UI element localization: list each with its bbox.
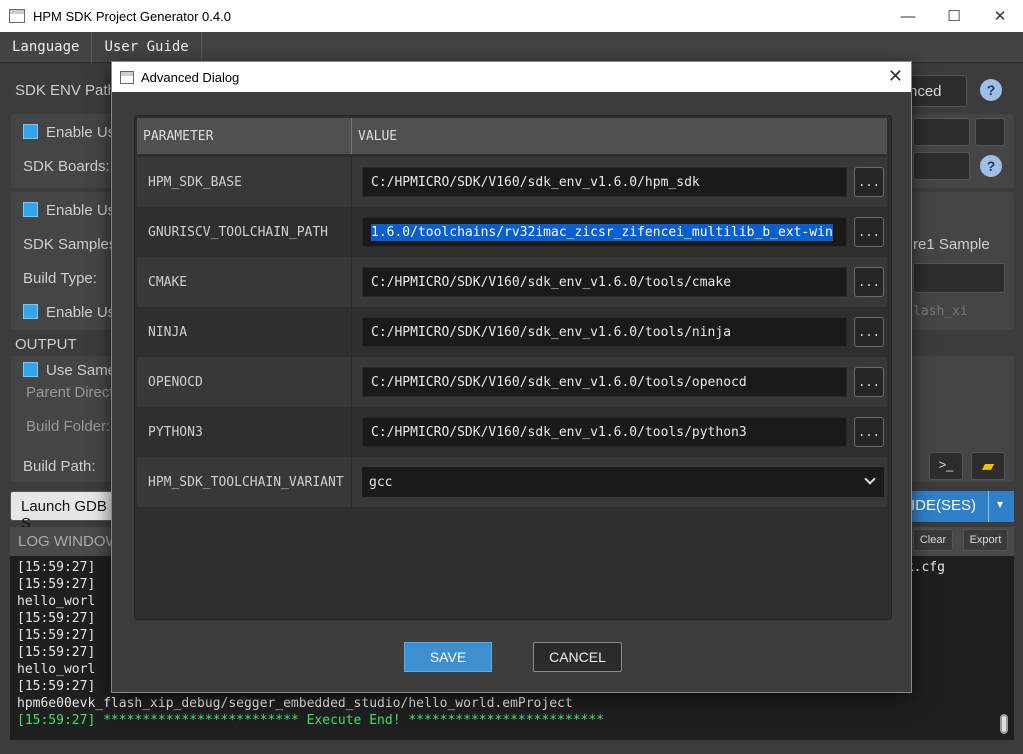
build-type-select[interactable]: [913, 263, 1005, 293]
flash-xip-hint: lash_xi: [913, 304, 968, 319]
column-header-value: VALUE: [358, 128, 398, 144]
table-row: OPENOCD C:/HPMICRO/SDK/V160/sdk_env_v1.6…: [137, 357, 887, 407]
enable-use-checkbox-1[interactable]: [23, 124, 38, 139]
param-name: HPM_SDK_TOOLCHAIN_VARIANT: [137, 457, 352, 507]
ide-divider: [988, 491, 989, 522]
menu-language[interactable]: Language: [0, 31, 93, 63]
build-path-label: Build Path:: [23, 458, 96, 475]
column-header-parameter: PARAMETER: [137, 118, 352, 154]
parameter-table: PARAMETER VALUE HPM_SDK_BASE C:/HPMICRO/…: [134, 115, 892, 620]
chevron-down-icon: [864, 473, 876, 485]
dialog-title: Advanced Dialog: [141, 69, 240, 85]
selected-text: 1.6.0/toolchains/rv32imac_zicsr_zifencei…: [371, 223, 833, 241]
table-header: PARAMETER VALUE: [137, 118, 887, 154]
dialog-titlebar: Advanced Dialog ✕: [112, 62, 911, 92]
param-name: CMAKE: [137, 257, 352, 307]
toolchain-variant-select[interactable]: gcc: [362, 467, 884, 497]
table-row: NINJA C:/HPMICRO/SDK/V160/sdk_env_v1.6.0…: [137, 307, 887, 357]
ninja-input[interactable]: C:/HPMICRO/SDK/V160/sdk_env_v1.6.0/tools…: [362, 317, 847, 347]
menu-user-guide[interactable]: User Guide: [92, 31, 202, 63]
chevron-down-icon[interactable]: ▾: [997, 497, 1003, 511]
enable-use-checkbox-3[interactable]: [23, 304, 38, 319]
param-name: HPM_SDK_BASE: [137, 157, 352, 207]
ide-ses-button[interactable]: IDE(SES) ▾: [905, 491, 1014, 522]
log-window-label: LOG WINDOW: [18, 533, 120, 550]
parent-dir-label: Parent Direct: [26, 384, 114, 401]
output-label: OUTPUT: [15, 336, 77, 353]
main-titlebar: HPM SDK Project Generator 0.4.0 — ☐ ✕: [0, 0, 1023, 32]
app-icon: [9, 9, 25, 23]
param-name: PYTHON3: [137, 407, 352, 457]
browse-button[interactable]: ...: [854, 167, 884, 197]
log-line-end: [15:59:27] ************************* Exe…: [17, 712, 1007, 729]
build-type-label: Build Type:: [23, 270, 97, 287]
toolchain-path-input[interactable]: 1.6.0/toolchains/rv32imac_zicsr_zifencei…: [362, 217, 847, 247]
sdk-boards-label: SDK Boards:: [23, 158, 110, 175]
sdk-env-path-label: SDK ENV Path: [15, 82, 116, 99]
core-sample-label: re1 Sample: [913, 236, 990, 253]
browse-button[interactable]: ...: [854, 367, 884, 397]
log-scrollbar[interactable]: [1000, 714, 1008, 734]
save-button[interactable]: SAVE: [404, 642, 492, 672]
browse-button[interactable]: ...: [854, 217, 884, 247]
use-same-checkbox[interactable]: [23, 362, 38, 377]
log-end-time: [15:59:27]: [17, 713, 96, 728]
help-icon[interactable]: ?: [980, 79, 1002, 101]
menubar: Language User Guide: [0, 31, 1023, 63]
clear-button[interactable]: Clear: [913, 529, 953, 551]
table-row: HPM_SDK_BASE C:/HPMICRO/SDK/V160/sdk_env…: [137, 157, 887, 207]
cancel-button[interactable]: CANCEL: [533, 642, 622, 672]
help-icon-boards[interactable]: ?: [980, 155, 1002, 177]
boards-select[interactable]: [913, 152, 970, 180]
cmake-input[interactable]: C:/HPMICRO/SDK/V160/sdk_env_v1.6.0/tools…: [362, 267, 847, 297]
hpm-sdk-base-input[interactable]: C:/HPMICRO/SDK/V160/sdk_env_v1.6.0/hpm_s…: [362, 167, 847, 197]
enable-use-label-1: Enable Us: [46, 124, 116, 141]
advanced-button[interactable]: nced: [905, 75, 967, 107]
maximize-icon[interactable]: ☐: [931, 0, 977, 32]
toolchain-variant-value: gcc: [369, 474, 393, 490]
log-line: hpm6e00evk_flash_xip_debug/segger_embedd…: [17, 696, 573, 711]
log-end-text: ************************* Execute End! *…: [95, 713, 605, 728]
boards-input[interactable]: [913, 118, 970, 146]
param-name: NINJA: [137, 307, 352, 357]
build-folder-label: Build Folder:: [26, 418, 111, 435]
table-row: PYTHON3 C:/HPMICRO/SDK/V160/sdk_env_v1.6…: [137, 407, 887, 457]
browse-button[interactable]: ...: [854, 317, 884, 347]
param-name: GNURISCV_TOOLCHAIN_PATH: [137, 207, 352, 257]
enable-use-label-3: Enable Us: [46, 304, 116, 321]
enable-use-label-2: Enable Us: [46, 202, 116, 219]
param-name: OPENOCD: [137, 357, 352, 407]
launch-gdb-select[interactable]: Launch GDB S: [10, 491, 114, 532]
browse-button[interactable]: ...: [854, 417, 884, 447]
dialog-app-icon: [120, 70, 134, 84]
sdk-samples-label: SDK Samples: [23, 236, 117, 253]
ide-ses-label: IDE(SES): [911, 497, 977, 514]
window-title: HPM SDK Project Generator 0.4.0: [33, 8, 231, 24]
dialog-close-icon[interactable]: ✕: [888, 66, 903, 87]
table-row: HPM_SDK_TOOLCHAIN_VARIANT gcc: [137, 457, 887, 507]
window-controls: — ☐ ✕: [885, 0, 1023, 32]
browse-button[interactable]: ...: [854, 267, 884, 297]
boards-browse-button[interactable]: [975, 118, 1005, 146]
python3-input[interactable]: C:/HPMICRO/SDK/V160/sdk_env_v1.6.0/tools…: [362, 417, 847, 447]
minimize-icon[interactable]: —: [885, 0, 931, 32]
advanced-dialog: Advanced Dialog ✕ PARAMETER VALUE HPM_SD…: [111, 61, 912, 693]
openocd-input[interactable]: C:/HPMICRO/SDK/V160/sdk_env_v1.6.0/tools…: [362, 367, 847, 397]
export-button[interactable]: Export: [963, 529, 1008, 551]
folder-icon[interactable]: ▰: [971, 452, 1005, 480]
terminal-icon[interactable]: >_: [929, 452, 963, 480]
table-row: GNURISCV_TOOLCHAIN_PATH 1.6.0/toolchains…: [137, 207, 887, 257]
use-same-label: Use Same: [46, 362, 117, 379]
table-row: CMAKE C:/HPMICRO/SDK/V160/sdk_env_v1.6.0…: [137, 257, 887, 307]
enable-use-checkbox-2[interactable]: [23, 202, 38, 217]
close-icon[interactable]: ✕: [977, 0, 1023, 32]
